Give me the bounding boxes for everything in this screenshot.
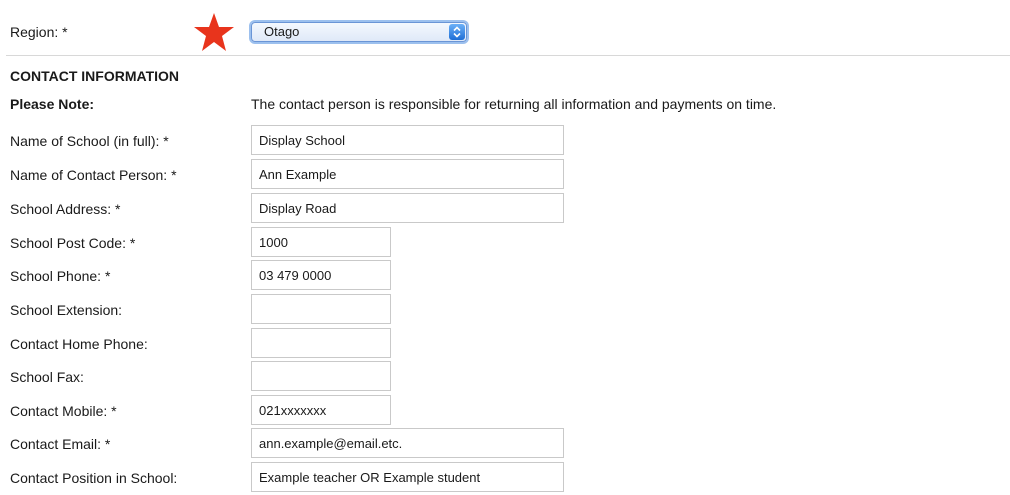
school-fax-field[interactable]	[251, 361, 391, 391]
note-text: The contact person is responsible for re…	[251, 96, 777, 112]
field-row-post-code: School Post Code: *	[0, 227, 1010, 257]
field-label: School Extension:	[10, 302, 123, 318]
mobile-field[interactable]	[251, 395, 391, 425]
field-row-school-extension: School Extension:	[0, 294, 1010, 324]
field-row-school-fax: School Fax:	[0, 361, 1010, 391]
school-address-field[interactable]	[251, 193, 564, 223]
field-label: Contact Home Phone:	[10, 336, 148, 352]
note-label: Please Note:	[10, 96, 95, 112]
school-name-field[interactable]	[251, 125, 564, 155]
school-extension-field[interactable]	[251, 294, 391, 324]
field-row-home-phone: Contact Home Phone:	[0, 328, 1010, 358]
post-code-field[interactable]	[251, 227, 391, 257]
field-row-mobile: Contact Mobile: *	[0, 395, 1010, 425]
field-label: Contact Position in School:	[10, 470, 178, 486]
field-label: Name of School (in full): *	[10, 133, 169, 149]
field-label: School Post Code: *	[10, 235, 136, 251]
field-row-school-phone: School Phone: *	[0, 260, 1010, 290]
field-label: School Phone: *	[10, 268, 111, 284]
field-row-email: Contact Email: *	[0, 428, 1010, 458]
region-select[interactable]: Otago	[251, 22, 467, 42]
field-label: Contact Email: *	[10, 436, 111, 452]
home-phone-field[interactable]	[251, 328, 391, 358]
field-label: School Fax:	[10, 369, 84, 385]
region-label: Region: *	[10, 24, 68, 40]
position-field[interactable]	[251, 462, 564, 492]
school-phone-field[interactable]	[251, 260, 391, 290]
field-row-position: Contact Position in School:	[0, 462, 1010, 492]
section-title: CONTACT INFORMATION	[10, 68, 180, 84]
chevron-updown-icon[interactable]	[449, 24, 465, 40]
field-row-school-name: Name of School (in full): *	[0, 125, 1010, 155]
field-label: Contact Mobile: *	[10, 403, 117, 419]
email-field[interactable]	[251, 428, 564, 458]
star-icon	[194, 13, 234, 51]
field-label: Name of Contact Person: *	[10, 167, 177, 183]
region-select-value: Otago	[264, 24, 300, 39]
field-label: School Address: *	[10, 201, 121, 217]
region-row: Region: * Otago	[0, 0, 1010, 56]
field-row-school-address: School Address: *	[0, 193, 1010, 223]
section-divider	[6, 55, 1010, 56]
contact-person-field[interactable]	[251, 159, 564, 189]
field-row-contact-person: Name of Contact Person: *	[0, 159, 1010, 189]
